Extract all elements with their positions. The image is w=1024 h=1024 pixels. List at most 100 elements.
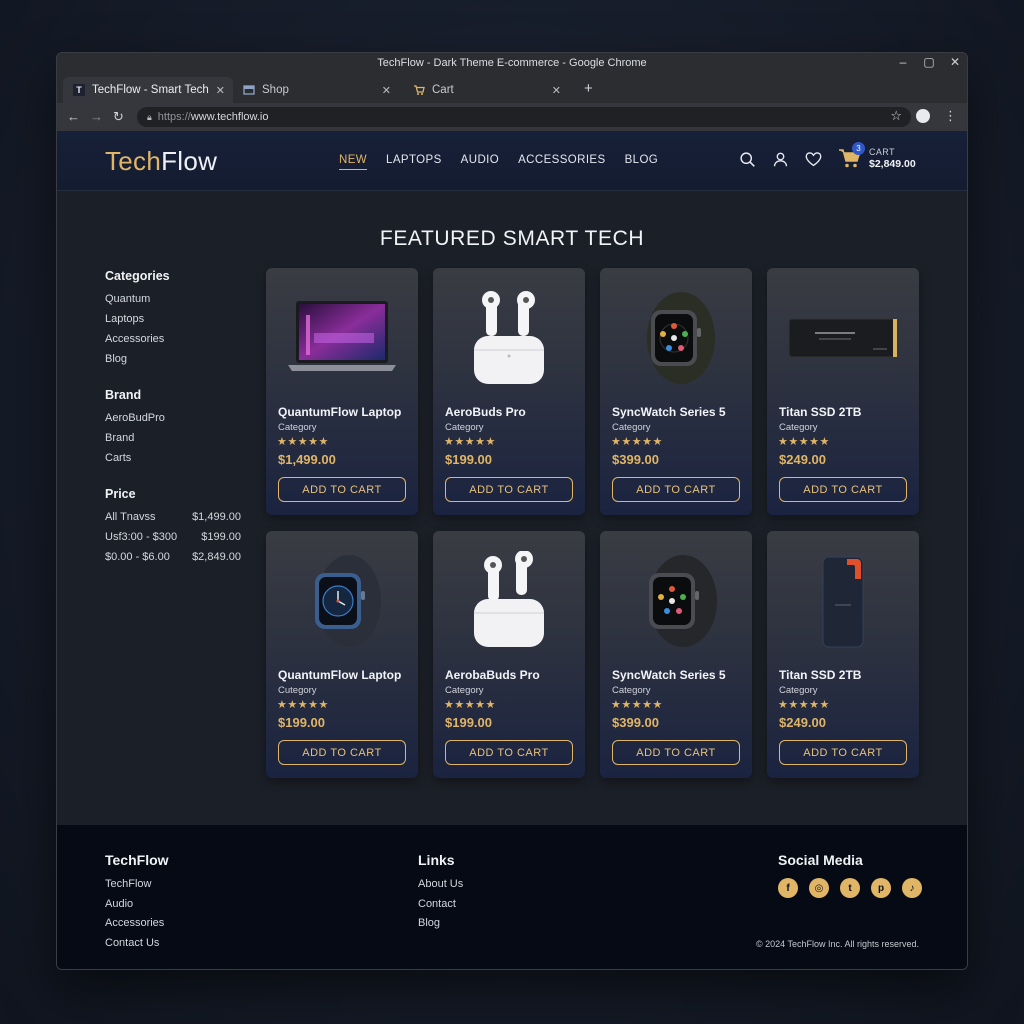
title-bar: TechFlow - Dark Theme E-commerce - Googl…	[57, 53, 967, 75]
rating-stars-icon: ★★★★★	[277, 699, 329, 711]
footer-link[interactable]: About Us	[418, 878, 463, 898]
browser-toolbar: ← → ↻ 🔒︎ https:// www.techflow.io ☆ ⋮	[57, 103, 967, 131]
category-laptops[interactable]: Laptops	[105, 313, 245, 333]
search-icon[interactable]	[739, 151, 756, 168]
nav-laptops[interactable]: LAPTOPS	[386, 154, 442, 170]
footer-link[interactable]: Blog	[418, 917, 463, 937]
portable-ssd-image	[767, 541, 919, 661]
add-to-cart-button[interactable]: ADD TO CART	[278, 477, 406, 502]
user-icon[interactable]	[772, 151, 789, 168]
footer-link[interactable]: Audio	[105, 898, 169, 918]
price-filter-row[interactable]: $0.00 - $6.00 $2,849.00	[105, 551, 241, 571]
lock-icon: 🔒︎	[147, 111, 152, 122]
add-to-cart-button[interactable]: ADD TO CART	[445, 740, 573, 765]
rating-stars-icon: ★★★★★	[778, 699, 830, 711]
tiktok-icon[interactable]: ♪	[902, 878, 922, 898]
techflow-logo[interactable]: TechFlow	[105, 146, 217, 177]
browser-window: TechFlow - Dark Theme E-commerce - Googl…	[56, 52, 968, 970]
footer-col-links: Links About Us Contact Blog	[418, 852, 463, 937]
new-tab-plus-icon[interactable]: +	[584, 80, 593, 97]
menu-kebab-icon[interactable]: ⋮	[944, 108, 957, 124]
cart-icon	[413, 84, 425, 96]
product-name[interactable]: Titan SSD 2TB	[779, 405, 861, 419]
footer-link[interactable]: TechFlow	[105, 878, 169, 898]
maximize-button[interactable]: ▢	[923, 55, 935, 69]
back-arrow-icon[interactable]: ←	[67, 109, 80, 124]
brand-carts[interactable]: Carts	[105, 452, 245, 472]
tab-label: TechFlow - Smart Tech	[92, 84, 209, 96]
price-range-value: $1,499.00	[192, 511, 241, 523]
add-to-cart-button[interactable]: ADD TO CART	[278, 740, 406, 765]
twitter-icon[interactable]: t	[840, 878, 860, 898]
tab-shop[interactable]: Shop ✕	[233, 77, 399, 103]
shop-icon	[243, 84, 255, 96]
instagram-icon[interactable]: ◎	[809, 878, 829, 898]
category-accessories[interactable]: Accessories	[105, 333, 245, 353]
site-footer: TechFlow TechFlow Audio Accessories Cont…	[57, 825, 967, 969]
tab-close-icon[interactable]: ✕	[382, 84, 391, 97]
earbuds-image	[433, 541, 585, 661]
footer-heading: Social Media	[778, 852, 863, 868]
nav-audio[interactable]: AUDIO	[461, 154, 499, 170]
forward-arrow-icon[interactable]: →	[90, 109, 103, 124]
address-bar[interactable]: 🔒︎ https:// www.techflow.io	[137, 107, 911, 127]
product-category: Category	[612, 685, 651, 696]
brand-brand[interactable]: Brand	[105, 432, 245, 452]
tab-close-icon[interactable]: ✕	[552, 84, 561, 97]
product-card[interactable]: AeroBuds Pro Category ★★★★★ $199.00 ADD …	[433, 268, 585, 515]
smartwatch-image	[600, 278, 752, 398]
site-header: TechFlow NEW LAPTOPS AUDIO ACCESSORIES B…	[57, 131, 967, 191]
product-card[interactable]: QuantumFlow Laptop Cutegory ★★★★★ $199.0…	[266, 531, 418, 778]
product-card[interactable]: QuantumFlow Laptop Category ★★★★★ $1,499…	[266, 268, 418, 515]
product-card[interactable]: AerobaBuds Pro Category ★★★★★ $199.00 AD…	[433, 531, 585, 778]
bookmark-star-icon[interactable]: ☆	[890, 108, 902, 124]
tab-label: Shop	[262, 84, 289, 96]
product-name[interactable]: AerobaBuds Pro	[445, 668, 540, 682]
product-price: $249.00	[779, 452, 826, 467]
tab-cart[interactable]: Cart ✕	[403, 77, 569, 103]
minimize-button[interactable]: –	[897, 55, 909, 69]
footer-link[interactable]: Accessories	[105, 917, 169, 937]
brand-aerobudpro[interactable]: AeroBudPro	[105, 412, 245, 432]
footer-link[interactable]: Contact	[418, 898, 463, 918]
add-to-cart-button[interactable]: ADD TO CART	[445, 477, 573, 502]
pinterest-icon[interactable]: p	[871, 878, 891, 898]
product-card[interactable]: SyncWatch Series 5 Category ★★★★★ $399.0…	[600, 531, 752, 778]
header-cart[interactable]: 3 CART $2,849.00	[837, 142, 916, 171]
add-to-cart-button[interactable]: ADD TO CART	[779, 740, 907, 765]
heart-icon[interactable]	[805, 151, 822, 168]
tab-techflow[interactable]: T TechFlow - Smart Tech ✕	[63, 77, 233, 103]
nav-blog[interactable]: BLOG	[625, 154, 659, 170]
reload-icon[interactable]: ↻	[113, 109, 124, 125]
add-to-cart-button[interactable]: ADD TO CART	[779, 477, 907, 502]
product-name[interactable]: QuantumFlow Laptop	[278, 668, 401, 682]
product-name[interactable]: AeroBuds Pro	[445, 405, 526, 419]
price-filter-row[interactable]: Usf3:00 - $300 $199.00	[105, 531, 241, 551]
product-category: Category	[612, 422, 651, 433]
footer-link[interactable]: Contact Us	[105, 937, 169, 957]
product-card[interactable]: Titan SSD 2TB Category ★★★★★ $249.00 ADD…	[767, 268, 919, 515]
price-range-label: All Tnavss	[105, 511, 156, 523]
nav-new[interactable]: NEW	[339, 154, 368, 170]
product-card[interactable]: Titan SSD 2TB Category ★★★★★ $249.00 ADD…	[767, 531, 919, 778]
category-quantum[interactable]: Quantum	[105, 293, 245, 313]
product-name[interactable]: SyncWatch Series 5	[612, 405, 726, 419]
nav-accessories[interactable]: ACCESSORIES	[518, 154, 605, 170]
add-to-cart-button[interactable]: ADD TO CART	[612, 740, 740, 765]
close-window-button[interactable]: ✕	[949, 55, 961, 69]
product-name[interactable]: Titan SSD 2TB	[779, 668, 861, 682]
tab-label: Cart	[432, 84, 454, 96]
category-blog[interactable]: Blog	[105, 353, 245, 373]
price-filter-row[interactable]: All Tnavss $1,499.00	[105, 511, 241, 531]
product-name[interactable]: QuantumFlow Laptop	[278, 405, 401, 419]
product-name[interactable]: SyncWatch Series 5	[612, 668, 726, 682]
rating-stars-icon: ★★★★★	[778, 436, 830, 448]
smartwatch-image	[266, 541, 418, 661]
facebook-icon[interactable]: f	[778, 878, 798, 898]
tab-close-icon[interactable]: ✕	[216, 84, 225, 97]
product-price: $399.00	[612, 452, 659, 467]
copyright-text: © 2024 TechFlow Inc. All rights reserved…	[755, 939, 919, 949]
profile-avatar-icon[interactable]	[916, 109, 930, 123]
add-to-cart-button[interactable]: ADD TO CART	[612, 477, 740, 502]
product-card[interactable]: SyncWatch Series 5 Category ★★★★★ $399.0…	[600, 268, 752, 515]
